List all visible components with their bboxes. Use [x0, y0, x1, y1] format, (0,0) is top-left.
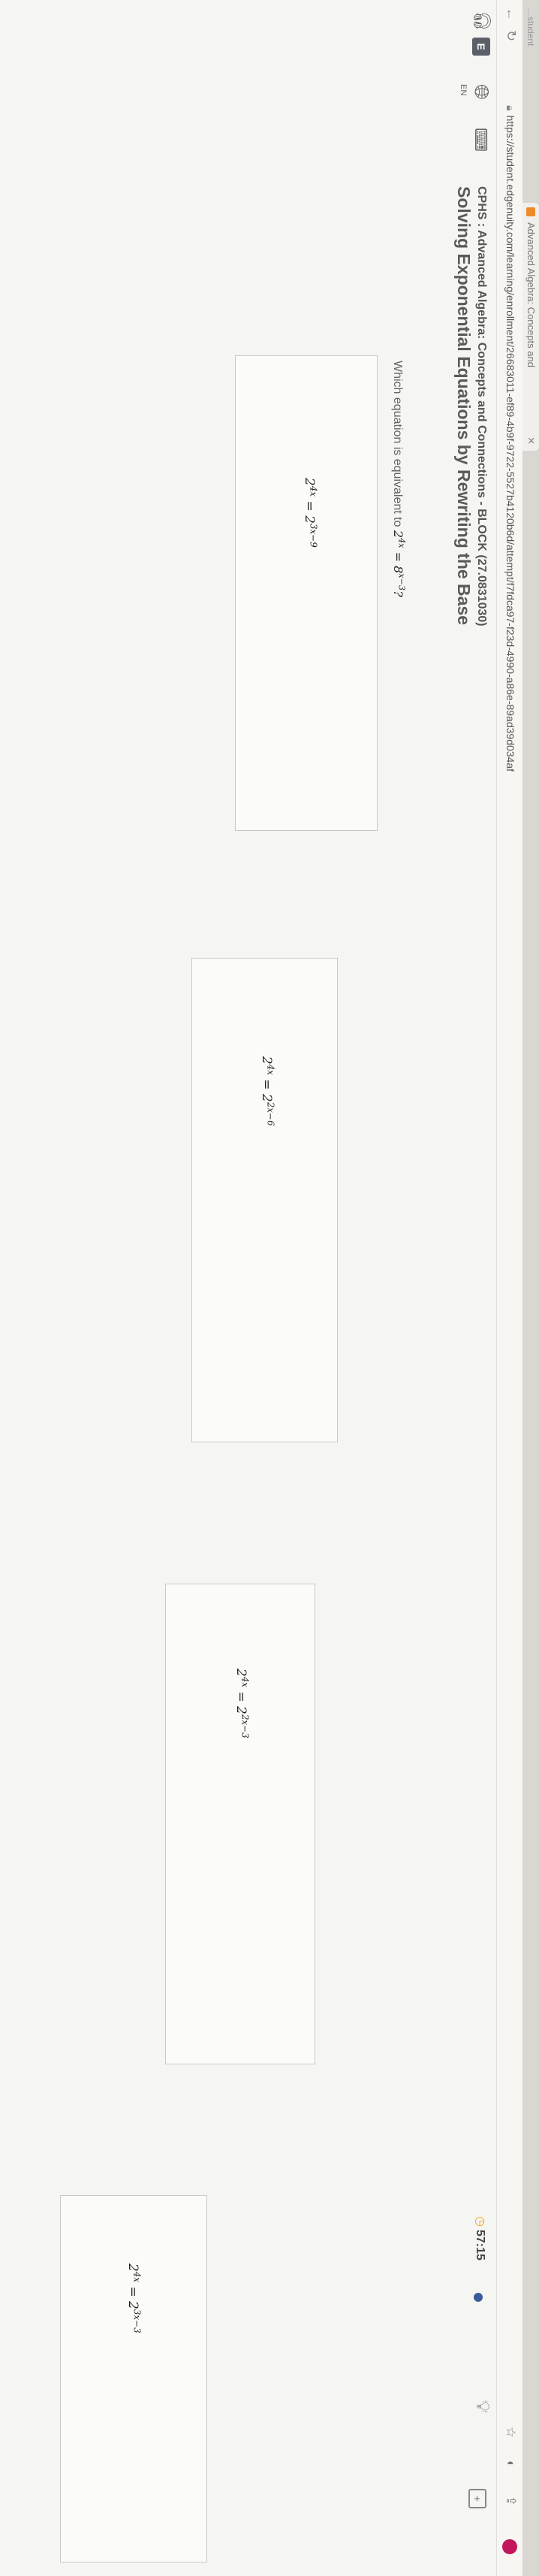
timer: ◷ 57:15 — [473, 2216, 488, 2260]
browser-tab-strip: …student Advanced Algebra: Concepts and … — [522, 0, 539, 2576]
answer-choice-c[interactable]: 24x = 22x−3 — [165, 1584, 315, 2064]
choice-b-equation: 24x = 22x−6 — [259, 1056, 276, 1126]
answer-choice-d[interactable]: 24x = 23x−3 — [60, 2195, 207, 2562]
profile-avatar[interactable] — [502, 2539, 517, 2554]
keyboard-icon[interactable]: ⌨︎ — [471, 128, 490, 152]
previous-tab-label[interactable]: …student — [522, 8, 539, 46]
answer-choice-b[interactable]: 24x = 22x−6 — [191, 958, 338, 1442]
page-stage: …student Advanced Algebra: Concepts and … — [0, 0, 539, 2576]
choice-d-equation: 24x = 23x−3 — [125, 2263, 143, 2333]
edgenuity-logo: E — [472, 38, 490, 56]
globe-icon[interactable]: 🌐︎ — [469, 84, 493, 100]
address-bar[interactable]: 🔒︎ https://student.edgenuity.com/learning… — [504, 105, 516, 772]
extension-icon[interactable]: ◐ — [503, 2460, 518, 2468]
question-equation: 24x = 8x−3? — [391, 530, 407, 597]
url-text: https://student.edgenuity.com/learning/e… — [504, 115, 516, 772]
toolbox-icon[interactable]: + — [468, 2489, 486, 2508]
choice-c-equation: 24x = 22x−3 — [233, 1669, 251, 1738]
edgenuity-favicon-icon — [526, 207, 535, 216]
clock-icon: ◷ — [474, 2216, 486, 2227]
tab-title: Advanced Algebra: Concepts and — [525, 222, 537, 367]
lesson-title: Solving Exponential Equations by Rewriti… — [454, 186, 474, 626]
choice-a-equation: 24x = 23x−9 — [302, 478, 319, 548]
star-bookmark-icon[interactable]: ☆ — [503, 2427, 518, 2438]
reload-icon[interactable]: ↻ — [503, 30, 519, 41]
language-label[interactable]: EN — [459, 84, 468, 95]
share-icon[interactable]: ⇪ — [503, 2496, 518, 2506]
status-indicator — [474, 2293, 483, 2302]
browser-toolbar: ← ↻ 🔒︎ https://student.edgenuity.com/lear… — [496, 0, 522, 2576]
active-tab[interactable]: Advanced Algebra: Concepts and ✕ — [522, 203, 539, 451]
tab-close-icon[interactable]: ✕ — [522, 436, 539, 445]
back-arrow-icon[interactable]: ← — [503, 8, 519, 21]
answer-choice-a[interactable]: 24x = 23x−9 — [235, 355, 378, 831]
course-title: CPHS : Advanced Algebra: Concepts and Co… — [475, 186, 488, 627]
lock-icon: 🔒︎ — [504, 105, 516, 111]
timer-value: 57:15 — [474, 2229, 486, 2260]
lightbulb-icon[interactable]: 💡︎ — [471, 2400, 492, 2413]
headphones-icon[interactable]: 🎧︎ — [472, 11, 492, 32]
question-prompt: Which equation is equivalent to 24x = 8x… — [390, 361, 407, 597]
question-text: Which equation is equivalent to — [391, 361, 404, 527]
